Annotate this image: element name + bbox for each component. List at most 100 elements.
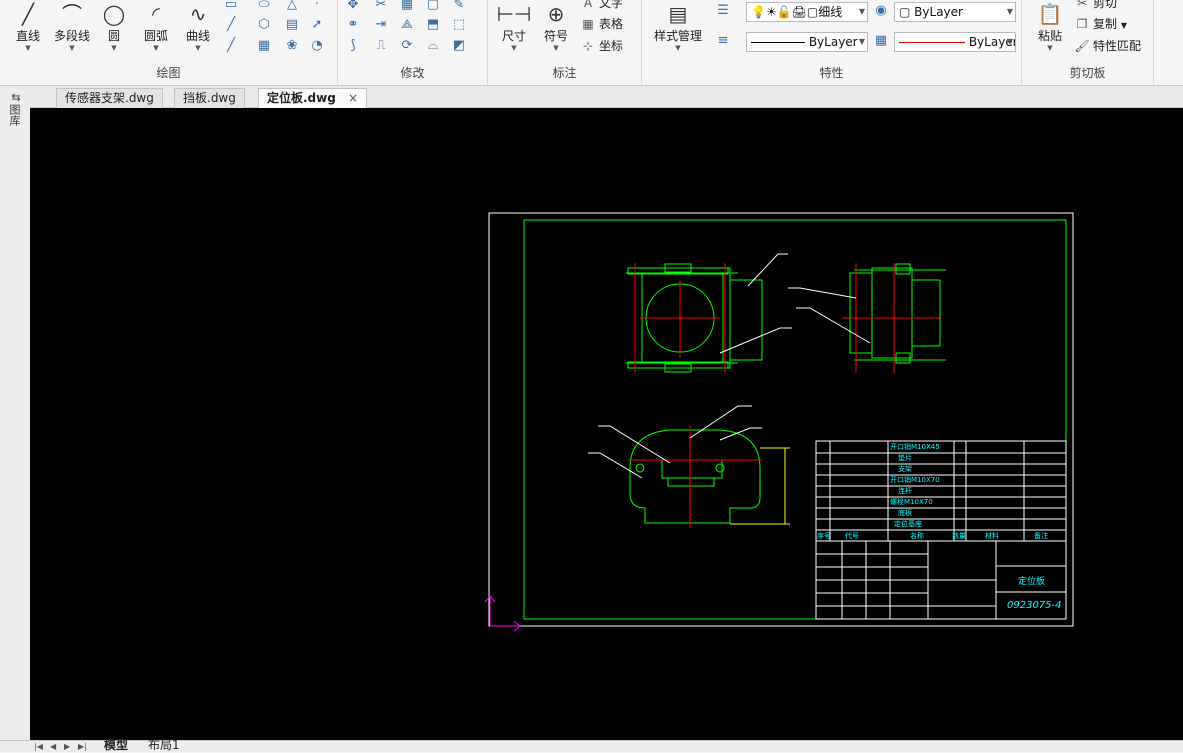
cut-button[interactable]: ✂ 剪切 bbox=[1074, 0, 1117, 13]
last-layout-icon[interactable]: ▶| bbox=[78, 741, 87, 753]
layer-state-combo[interactable]: 💡☀🔓🖨▢细线 ▼ bbox=[746, 2, 868, 22]
paste-label: 粘贴 bbox=[1037, 29, 1062, 43]
linetype-value: ByLayer bbox=[808, 35, 858, 49]
polygon-icon[interactable]: △ bbox=[283, 0, 301, 14]
arc-tool[interactable]: ◜ 圆弧 ▼ bbox=[134, 0, 178, 52]
layout-tab-bar: |◀ ◀ ▶ ▶| 模型 布局1 bbox=[0, 739, 1183, 753]
lightbulb-icon: 💡☀🔓🖨▢ bbox=[751, 5, 819, 19]
spline-icon: ∿ bbox=[189, 2, 207, 26]
layer-icon[interactable]: ☰ bbox=[714, 2, 732, 20]
boundary-icon[interactable]: ❀ bbox=[283, 37, 301, 55]
erase-icon[interactable]: ✎ bbox=[450, 0, 468, 14]
chevron-down-icon: ▼ bbox=[553, 44, 559, 52]
line-color-icon[interactable]: ▦ bbox=[872, 32, 890, 50]
chevron-down-icon: ▼ bbox=[675, 44, 681, 52]
explode-icon[interactable]: ⬚ bbox=[450, 16, 468, 34]
left-sidebar: ⇆ 图库 bbox=[0, 86, 30, 752]
chamfer-icon[interactable]: ◩ bbox=[450, 37, 468, 55]
chevron-down-icon: ▼ bbox=[1006, 37, 1013, 46]
wipeout-icon[interactable]: ◔ bbox=[308, 37, 326, 55]
chevron-down-icon: ▼ bbox=[1006, 7, 1013, 16]
trim-icon[interactable]: ✂ bbox=[372, 0, 390, 14]
table-button[interactable]: ▦ 表格 bbox=[580, 14, 623, 34]
polyline-icon: ⌒ bbox=[62, 2, 82, 26]
move-icon[interactable]: ✥ bbox=[344, 0, 362, 14]
clipboard-panel-title: 剪切板 bbox=[1069, 66, 1106, 80]
top-view-centerlines bbox=[634, 263, 726, 373]
tab-baffle[interactable]: 挡板.dwg bbox=[174, 88, 245, 108]
extend-icon[interactable]: ⇥ bbox=[372, 16, 390, 34]
drawing-canvas[interactable]: 开口销M10X45 垫片 支架 开口销M10X70 连杆 螺栓M10X70 底板… bbox=[30, 108, 1183, 740]
stretch-icon[interactable]: ⟆ bbox=[344, 37, 362, 55]
arc-icon: ◜ bbox=[152, 2, 160, 26]
copy-button[interactable]: ❐ 复制 ▼ bbox=[1074, 14, 1127, 34]
chevron-down-icon: ▼ bbox=[153, 44, 159, 52]
front-view bbox=[629, 429, 761, 524]
hatch-icon[interactable]: ⬡ bbox=[255, 16, 273, 34]
chevron-down-icon: ▼ bbox=[25, 44, 31, 52]
symbol-label: 符号 bbox=[543, 29, 568, 43]
dimension-icon: ⊢⊣ bbox=[496, 2, 532, 26]
tab-sensor-bracket[interactable]: 传感器支架.dwg bbox=[56, 88, 163, 108]
line-color-combo[interactable]: ByLayer ▼ bbox=[894, 32, 1016, 52]
polyline-label: 多段线 bbox=[53, 29, 90, 43]
gradient-icon[interactable]: ▦ bbox=[255, 37, 273, 55]
tab-model[interactable]: 模型 bbox=[100, 739, 132, 753]
coordinate-button[interactable]: ⊹ 坐标 bbox=[580, 36, 623, 56]
gallery-icon: ⇆ bbox=[11, 91, 21, 104]
scale-icon[interactable]: ⬒ bbox=[424, 16, 442, 34]
match-properties-label: 特性匹配 bbox=[1093, 39, 1142, 53]
paste-icon: 📋 bbox=[1037, 2, 1063, 26]
point-icon[interactable]: · bbox=[308, 0, 326, 14]
line-tool[interactable]: ╱ 直线 ▼ bbox=[6, 0, 50, 52]
xline-icon[interactable]: ╱ bbox=[222, 16, 240, 34]
fillet-icon[interactable]: ⌓ bbox=[424, 37, 442, 55]
text-icon: A bbox=[583, 0, 593, 10]
drawing-svg bbox=[484, 212, 1074, 632]
style-manager-tool[interactable]: ▤ 样式管理 ▼ bbox=[650, 0, 706, 52]
linetype-combo[interactable]: ByLayer ▼ bbox=[746, 32, 868, 52]
cut-label: 剪切 bbox=[1093, 0, 1118, 10]
copy-object-icon[interactable]: ⚭ bbox=[344, 16, 362, 34]
color-wheel-icon[interactable]: ◉ bbox=[872, 2, 890, 20]
color-combo[interactable]: ▢ ByLayer ▼ bbox=[894, 2, 1016, 22]
array-icon[interactable]: ▦ bbox=[398, 0, 416, 14]
chevron-down-icon: ▼ bbox=[69, 44, 75, 52]
offset-icon[interactable]: ▢ bbox=[424, 0, 442, 14]
tab-label: 定位板.dwg bbox=[267, 91, 336, 105]
close-icon[interactable]: × bbox=[348, 91, 358, 105]
tab-positioning-plate[interactable]: 定位板.dwg × bbox=[258, 88, 368, 108]
ellipse-icon[interactable]: ⬭ bbox=[255, 0, 273, 14]
properties-panel-title: 特性 bbox=[819, 66, 844, 80]
previous-layout-icon[interactable]: ◀ bbox=[50, 741, 56, 753]
sheet-inner-border bbox=[523, 219, 1067, 620]
style-manager-icon: ▤ bbox=[668, 2, 688, 26]
ray-icon[interactable]: ➚ bbox=[308, 16, 326, 34]
text-label: 文字 bbox=[599, 0, 624, 10]
spline-tool[interactable]: ∿ 曲线 ▼ bbox=[176, 0, 220, 52]
match-properties-button[interactable]: 🖌 特性匹配 bbox=[1074, 36, 1141, 56]
polyline-tool[interactable]: ⌒ 多段线 ▼ bbox=[50, 0, 94, 52]
spline-label: 曲线 bbox=[185, 29, 210, 43]
rectangle-icon[interactable]: ▭ bbox=[222, 0, 240, 14]
region-icon[interactable]: ▤ bbox=[283, 16, 301, 34]
circle-tool[interactable]: ◯ 圆 ▼ bbox=[92, 0, 136, 52]
first-layout-icon[interactable]: |◀ bbox=[34, 741, 43, 753]
paste-tool[interactable]: 📋 粘贴 ▼ bbox=[1028, 0, 1072, 52]
gallery-button[interactable]: ⇆ 图库 bbox=[8, 91, 24, 127]
break-icon[interactable]: ⎍ bbox=[372, 37, 390, 55]
dimension-tool[interactable]: ⊢⊣ 尺寸 ▼ bbox=[492, 0, 536, 52]
tab-layout1[interactable]: 布局1 bbox=[144, 739, 184, 753]
scissors-icon: ✂ bbox=[1076, 0, 1088, 10]
lineweight-icon[interactable]: ≡ bbox=[714, 32, 732, 50]
rotate-icon[interactable]: ⟳ bbox=[398, 37, 416, 55]
line-label: 直线 bbox=[15, 29, 40, 43]
construction-line-icon[interactable]: ╱ bbox=[222, 37, 240, 55]
chevron-down-icon: ▼ bbox=[511, 44, 517, 52]
text-button[interactable]: A 文字 bbox=[580, 0, 623, 13]
draw-panel: ╱ 直线 ▼ ⌒ 多段线 ▼ ◯ 圆 ▼ ◜ 圆弧 ▼ ∿ 曲线 ▼ ▭ ⬭ △… bbox=[0, 0, 338, 86]
symbol-tool[interactable]: ⊕ 符号 ▼ bbox=[534, 0, 578, 52]
next-layout-icon[interactable]: ▶ bbox=[64, 741, 70, 753]
mirror-icon[interactable]: ⟁ bbox=[398, 16, 416, 34]
chevron-down-icon: ▼ bbox=[111, 44, 117, 52]
